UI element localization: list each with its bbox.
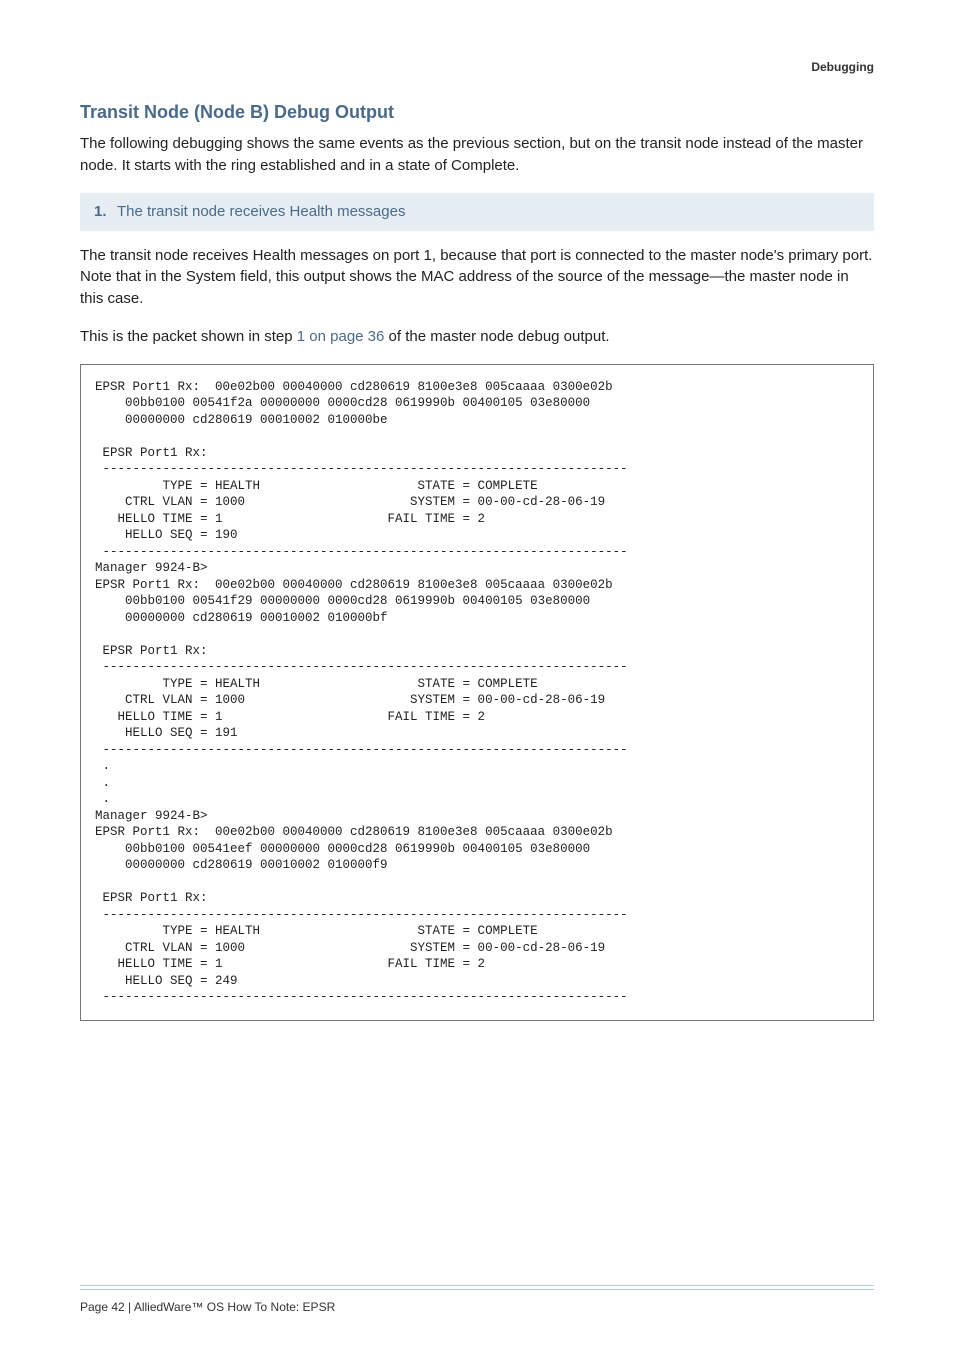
section-heading: Transit Node (Node B) Debug Output — [80, 102, 874, 123]
step-title: The transit node receives Health message… — [117, 203, 405, 220]
footer-text: Page 42 | AlliedWare™ OS How To Note: EP… — [80, 1300, 874, 1314]
page-footer: Page 42 | AlliedWare™ OS How To Note: EP… — [0, 1285, 954, 1314]
footer-rule — [80, 1285, 874, 1290]
step-box: 1. The transit node receives Health mess… — [80, 193, 874, 231]
packet-ref-suffix: of the master node debug output. — [384, 328, 609, 345]
page-reference-link[interactable]: 1 on page 36 — [297, 328, 385, 345]
running-header: Debugging — [80, 60, 874, 74]
packet-ref-prefix: This is the packet shown in step — [80, 328, 297, 345]
intro-paragraph: The following debugging shows the same e… — [80, 133, 874, 177]
debug-output-box: EPSR Port1 Rx: 00e02b00 00040000 cd28061… — [80, 364, 874, 1021]
packet-reference: This is the packet shown in step 1 on pa… — [80, 326, 874, 348]
step-number: 1. — [94, 203, 107, 220]
step-description: The transit node receives Health message… — [80, 245, 874, 310]
